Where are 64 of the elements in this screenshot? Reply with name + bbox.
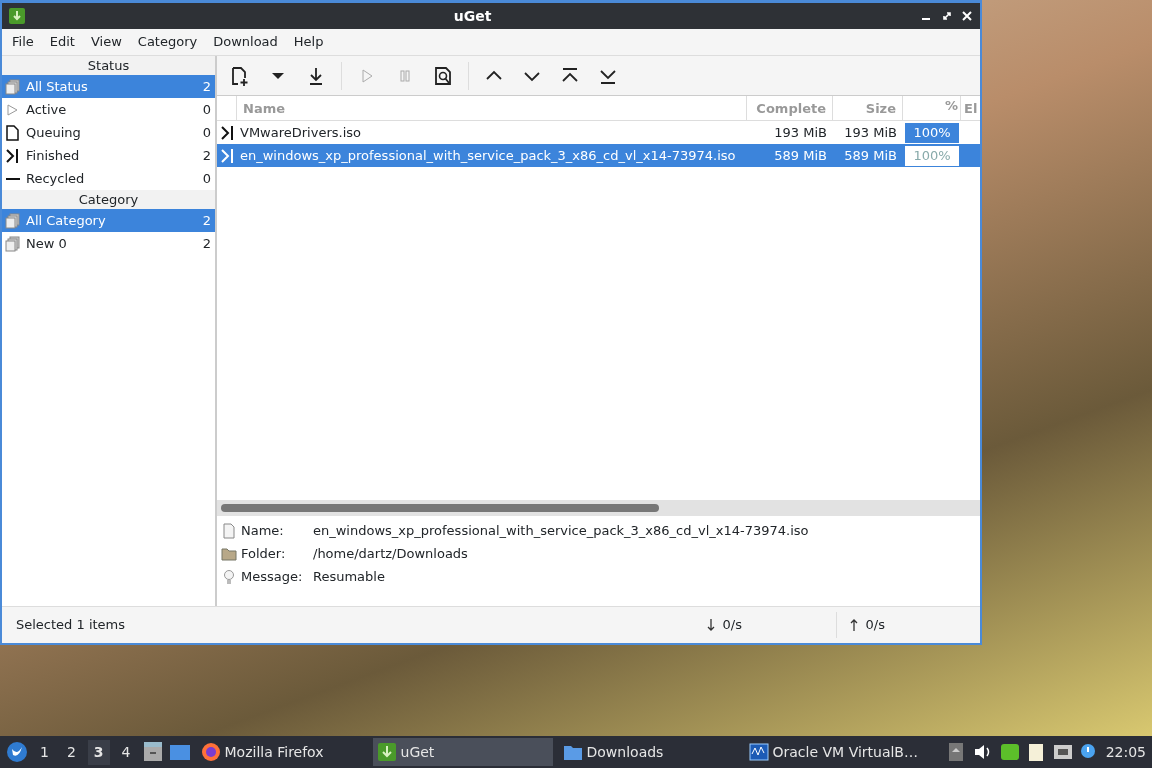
workspace-button[interactable]: 2 [60,739,82,765]
menu-item[interactable]: View [82,30,130,54]
download-speed: 0/s [722,616,742,635]
up-arrow-icon [849,618,859,632]
window-icon[interactable] [168,743,191,761]
document-search-icon [433,65,453,86]
file-cabinet-icon[interactable] [142,741,163,763]
lightbulb-icon [221,568,237,585]
menu-item[interactable]: Edit [41,30,83,54]
dash-icon [6,176,20,181]
app-icon [8,7,26,25]
upload-speed: 0/s [865,616,885,635]
sidebar-item[interactable]: All Status 2 [2,75,215,98]
window-title: uGet [452,6,493,26]
menu-item[interactable]: Help [285,30,332,54]
detail-label: Message: [241,567,304,586]
stack-icon [5,78,21,95]
sidebar-item[interactable]: Recycled 0 [2,167,215,190]
browser-icon [200,742,221,762]
table-row[interactable]: VMwareDrivers.iso 193 MiB 193 MiB 100% [217,121,980,144]
section-header: Category [2,190,215,209]
taskbar-button[interactable]: Mozilla Firefox [196,738,367,766]
sidebar-item[interactable]: New 0 2 [2,232,215,255]
finish-icon [5,147,21,164]
detail-value: /home/dartz/Downloads [313,544,468,563]
detail-value: Resumable [313,567,385,586]
start-menu-icon[interactable] [6,741,28,763]
taskbar-button[interactable]: Oracle VM VirtualB… [744,738,935,766]
scrollbar-thumb[interactable] [221,504,659,512]
file-icon [221,522,237,539]
monitor-icon [748,742,769,762]
sidebar-item[interactable]: Queuing 0 [2,121,215,144]
stack-icon [5,212,21,229]
finish-icon [220,124,234,141]
section-header: Status [2,56,215,75]
progress-bar: 100% [905,122,959,143]
detail-label: Name: [241,521,285,540]
down-arrow-icon [706,618,716,632]
tray-app-icon[interactable] [999,742,1020,762]
finish-icon [220,147,234,164]
table-row[interactable]: en_windows_xp_professional_with_service_pack_3_x86_cd_vl_x14-73974.iso 589 MiB 589 MiB 100% [217,144,980,167]
menu-item[interactable]: Category [129,30,206,54]
folder-icon [221,545,237,562]
close-icon[interactable] [960,9,974,23]
sidebar-item[interactable]: Active 0 [2,98,215,121]
taskbar-button[interactable]: Downloads [558,738,739,766]
document-icon [5,124,21,141]
network-icon[interactable] [1052,742,1073,762]
caret-icon [272,72,284,79]
sidebar-item[interactable]: All Category 2 [2,209,215,232]
workspace-button[interactable]: 4 [115,739,137,765]
app-icon [376,742,397,762]
workspace-button[interactable]: 1 [34,739,55,765]
detail-label: Folder: [241,544,287,563]
clock: 22:05 [1105,742,1146,762]
workspace-button[interactable]: 3 [87,739,110,765]
detail-value: en_windows_xp_professional_with_service_pack_3_x86_cd_vl_x14-73974.iso [313,521,809,540]
menu-item[interactable]: File [4,30,42,54]
sidebar-item[interactable]: Finished 2 [2,144,215,167]
new-file-icon [230,65,250,86]
stack-icon [5,235,21,252]
menu-item[interactable]: Download [205,30,286,54]
taskbar-button[interactable]: uGet [372,738,553,766]
status-text: Selected 1 items [16,616,127,635]
